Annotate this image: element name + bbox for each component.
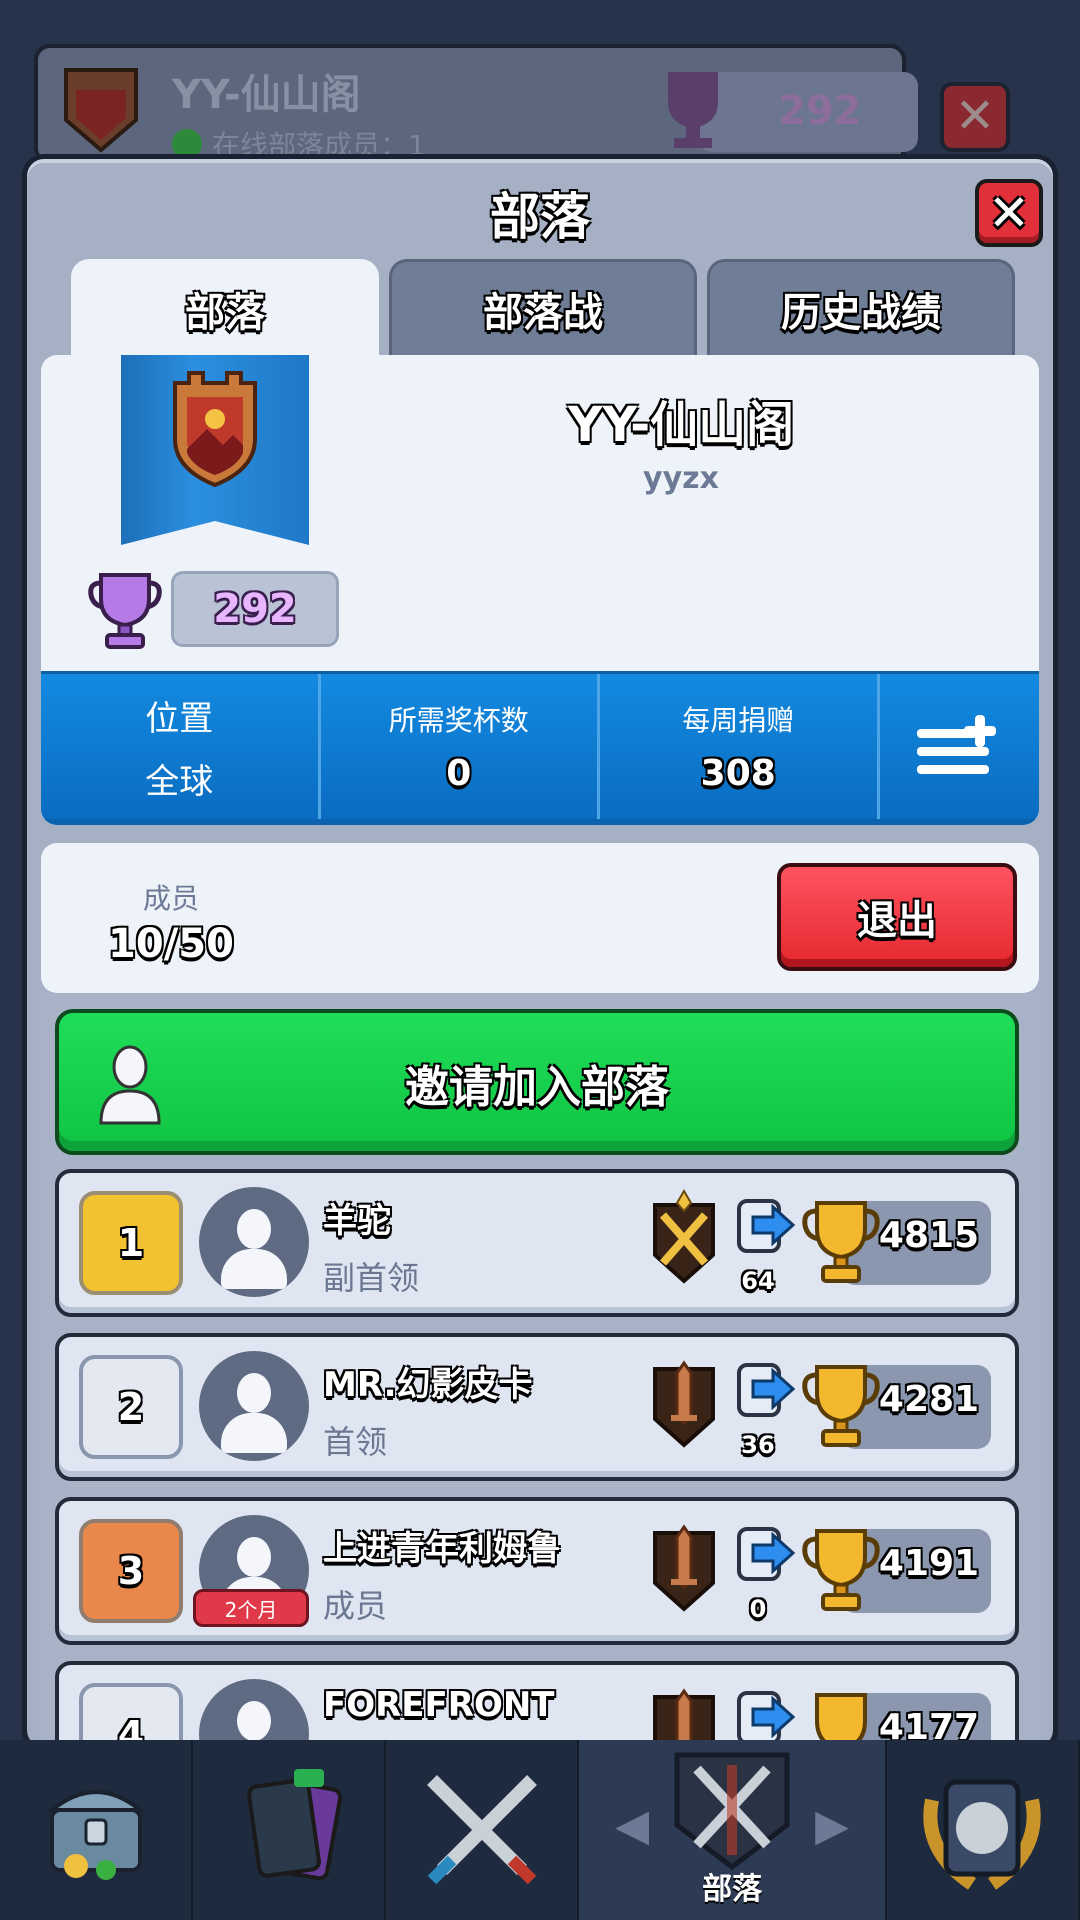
list-plus-icon xyxy=(917,714,997,774)
clan-shield-icon xyxy=(674,1752,790,1871)
tab-history[interactable]: 历史战绩 xyxy=(707,259,1015,359)
member-row[interactable]: 3 2个月 上进青年利姆鲁 成员 0 4191 xyxy=(55,1497,1019,1645)
membership-duration-badge: 2个月 xyxy=(193,1589,309,1627)
member-donations: 64 xyxy=(741,1267,775,1295)
chevron-left-icon[interactable]: ◀ xyxy=(615,1800,649,1851)
tab-bar: 部落 部落战 历史战绩 xyxy=(71,259,1015,359)
stat-location: 位置 全球 xyxy=(41,674,321,819)
stat-weekly-donations-label: 每周捐赠 xyxy=(682,704,795,737)
gold-crossed-swords-icon xyxy=(653,1189,715,1284)
background-clan-name: YY-仙山阁 xyxy=(172,72,361,118)
member-donations: 0 xyxy=(749,1595,767,1623)
bronze-sword-icon xyxy=(653,1360,715,1448)
clan-stats-bar: 位置 全球 所需奖杯数 0 每周捐赠 308 xyxy=(41,671,1039,825)
donation-cards-icon xyxy=(737,1527,795,1581)
invite-label: 邀请加入部落 xyxy=(405,1062,669,1113)
clan-tag: yyzx xyxy=(643,461,719,496)
stat-location-value: 全球 xyxy=(145,761,214,802)
member-role: 副首领 xyxy=(323,1259,420,1297)
nav-cards[interactable] xyxy=(193,1740,387,1920)
stat-weekly-donations: 每周捐赠 308 xyxy=(600,674,880,819)
member-role: 首领 xyxy=(323,1423,388,1461)
member-row[interactable]: 1 羊驼 副首领 64 4815 xyxy=(55,1169,1019,1317)
chevron-right-icon[interactable]: ▶ xyxy=(815,1800,849,1851)
clan-panel: 部落 ✕ 部落 部落战 历史战绩 YY-仙山阁 yyzx 292 位置 全球 所… xyxy=(22,154,1058,1753)
member-role: 成员 xyxy=(323,1587,388,1625)
members-label: 成员 xyxy=(142,882,199,915)
nav-battle[interactable] xyxy=(386,1740,580,1920)
member-name: 羊驼 xyxy=(323,1201,391,1241)
member-row[interactable]: 2 MR.幻影皮卡 首领 36 4281 xyxy=(55,1333,1019,1481)
close-button[interactable]: ✕ xyxy=(975,179,1043,247)
member-name: FOREFRONT xyxy=(323,1685,555,1725)
member-trophies: 4281 xyxy=(878,1379,980,1420)
avatar xyxy=(199,1351,309,1461)
member-rank: 2 xyxy=(79,1355,183,1459)
clan-menu-button[interactable] xyxy=(880,674,1040,819)
bottom-nav: ◀ ▶ 部落 xyxy=(0,1740,1080,1920)
background-close-button[interactable]: ✕ xyxy=(940,82,1010,152)
member-list[interactable]: 邀请加入部落 1 羊驼 副首领 64 4815 2 MR.幻影皮卡 首领 36 … xyxy=(41,993,1039,1753)
crossed-swords-icon xyxy=(426,1775,537,1885)
nav-clan[interactable]: ◀ ▶ 部落 xyxy=(579,1740,887,1920)
background-trophy-value: 292 xyxy=(778,88,862,134)
members-summary-card: 成员 10/50 退出 xyxy=(41,843,1039,993)
close-icon: ✕ xyxy=(988,184,1030,242)
donation-cards-icon xyxy=(737,1199,795,1253)
avatar xyxy=(199,1187,309,1297)
nav-events[interactable] xyxy=(887,1740,1080,1920)
stat-required-trophies-label: 所需奖杯数 xyxy=(388,704,529,737)
member-trophies: 4815 xyxy=(878,1215,980,1256)
members-count: 10/50 xyxy=(108,921,234,967)
nav-shop[interactable] xyxy=(0,1740,194,1920)
member-name: MR.幻影皮卡 xyxy=(323,1365,533,1405)
bronze-sword-icon xyxy=(653,1524,715,1612)
stat-location-label: 位置 xyxy=(145,698,214,739)
donation-cards-icon xyxy=(737,1363,795,1417)
member-trophies: 4191 xyxy=(878,1543,980,1584)
treasure-chest-icon xyxy=(45,1790,146,1880)
tab-clan[interactable]: 部落 xyxy=(71,259,379,359)
cards-icon xyxy=(246,1769,342,1881)
clan-trophy-count: 292 xyxy=(171,571,339,647)
clan-info-card: YY-仙山阁 yyzx 292 位置 全球 所需奖杯数 0 每周捐赠 308 xyxy=(41,355,1039,825)
laurel-badge-icon xyxy=(923,1779,1042,1890)
clan-name: YY-仙山阁 xyxy=(567,397,795,453)
background-clan-header: YY-仙山阁 在线部落成员：1 292 xyxy=(34,44,918,164)
member-rank: 3 xyxy=(79,1519,183,1623)
trophy-icon xyxy=(668,72,718,148)
stat-weekly-donations-value: 308 xyxy=(700,753,776,794)
member-donations: 36 xyxy=(741,1431,775,1459)
leave-clan-button[interactable]: 退出 xyxy=(777,863,1017,971)
panel-title: 部落 xyxy=(490,188,590,246)
stat-required-trophies-value: 0 xyxy=(446,753,472,794)
clan-badge-icon xyxy=(173,371,257,488)
clan-shield-icon xyxy=(64,68,138,153)
nav-clan-label: 部落 xyxy=(702,1872,763,1907)
invite-to-clan-button[interactable]: 邀请加入部落 xyxy=(55,1009,1019,1155)
stat-required-trophies: 所需奖杯数 0 xyxy=(321,674,600,819)
member-rank: 1 xyxy=(79,1191,183,1295)
trophy-icon xyxy=(88,573,162,649)
tab-clan-war[interactable]: 部落战 xyxy=(389,259,697,359)
member-name: 上进青年利姆鲁 xyxy=(323,1529,561,1569)
